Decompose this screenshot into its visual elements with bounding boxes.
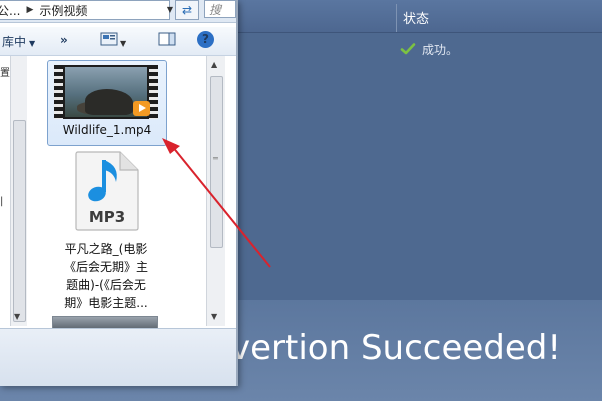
status-row[interactable]: 成功。	[400, 40, 458, 58]
file-explorer-window: 公... ▶ 示例视频 ▼ ⇄ 搜 库中▼ » ▼ ?	[0, 0, 238, 386]
include-label: 库中	[2, 35, 27, 49]
more-commands-button[interactable]: »	[60, 33, 68, 47]
status-column-header[interactable]: 状态	[403, 8, 429, 27]
scroll-grip-icon: ═	[213, 154, 218, 163]
chevron-down-icon: ▼	[29, 39, 36, 48]
film-strip	[54, 65, 63, 119]
command-toolbar: 库中 ▼ » ▼ ?	[0, 27, 236, 56]
breadcrumb-arrow-icon[interactable]: ▶	[26, 5, 33, 15]
address-bar: 公... ▶ 示例视频 ▼ ⇄ 搜	[0, 0, 236, 23]
search-input[interactable]: 搜	[204, 0, 236, 18]
play-icon	[133, 101, 150, 116]
breadcrumb-segment-1[interactable]: 公...	[0, 2, 20, 19]
scroll-down-icon[interactable]: ▼	[211, 312, 217, 321]
refresh-button[interactable]: ⇄	[175, 0, 199, 20]
file-name-line: 《后会无期》主	[63, 260, 148, 274]
breadcrumb-segment-2[interactable]: 示例视频	[39, 2, 87, 19]
navigation-scrollbar[interactable]: ▼	[10, 56, 27, 326]
file-name: 平凡之路_(电影 《后会无期》主 题曲)-(《后会无 期》电影主题...	[47, 240, 165, 312]
mp3-file-icon: MP3	[75, 151, 139, 231]
nav-pane-marker: |	[0, 196, 4, 207]
refresh-icon: ⇄	[181, 3, 193, 17]
preview-pane-button[interactable]	[158, 32, 176, 49]
file-name-line: 期》电影主题...	[64, 296, 148, 310]
details-pane	[0, 328, 236, 386]
chevron-down-icon: ▼	[120, 39, 127, 48]
status-text: 成功。	[422, 42, 459, 57]
column-divider[interactable]	[396, 4, 397, 32]
video-thumbnail	[54, 65, 158, 119]
address-dropdown-icon[interactable]: ▼	[166, 1, 174, 19]
file-item-mp3[interactable]: MP3 平凡之路_(电影 《后会无期》主 题曲)-(《后会无 期》电影主题...	[47, 150, 165, 310]
view-icon	[100, 32, 118, 46]
help-button[interactable]: ?	[197, 31, 214, 48]
file-name-line: 题曲)-(《后会无	[66, 278, 146, 292]
mp3-icon-label: MP3	[89, 208, 125, 226]
nav-pane-text: 置	[0, 68, 10, 79]
navigation-scroll-thumb[interactable]	[13, 120, 26, 322]
scroll-down-icon[interactable]: ▼	[14, 312, 20, 321]
include-in-library-button[interactable]: 库中 ▼	[2, 33, 35, 50]
film-strip	[149, 65, 158, 119]
preview-pane-icon	[158, 32, 176, 46]
change-view-button[interactable]: ▼	[100, 32, 126, 49]
scroll-up-icon[interactable]: ▲	[211, 60, 217, 69]
success-message: vertion Succeeded!	[230, 328, 562, 368]
file-name-line: 平凡之路_(电影	[64, 242, 148, 256]
thumbnail-rock	[85, 89, 133, 115]
file-name: Wildlife_1.mp4	[62, 123, 152, 137]
files-scrollbar[interactable]: ▲ ═ ▼	[206, 56, 225, 326]
file-item-video[interactable]: Wildlife_1.mp4	[47, 60, 167, 146]
address-field[interactable]: 公... ▶ 示例视频	[0, 0, 170, 20]
check-icon	[400, 43, 416, 55]
